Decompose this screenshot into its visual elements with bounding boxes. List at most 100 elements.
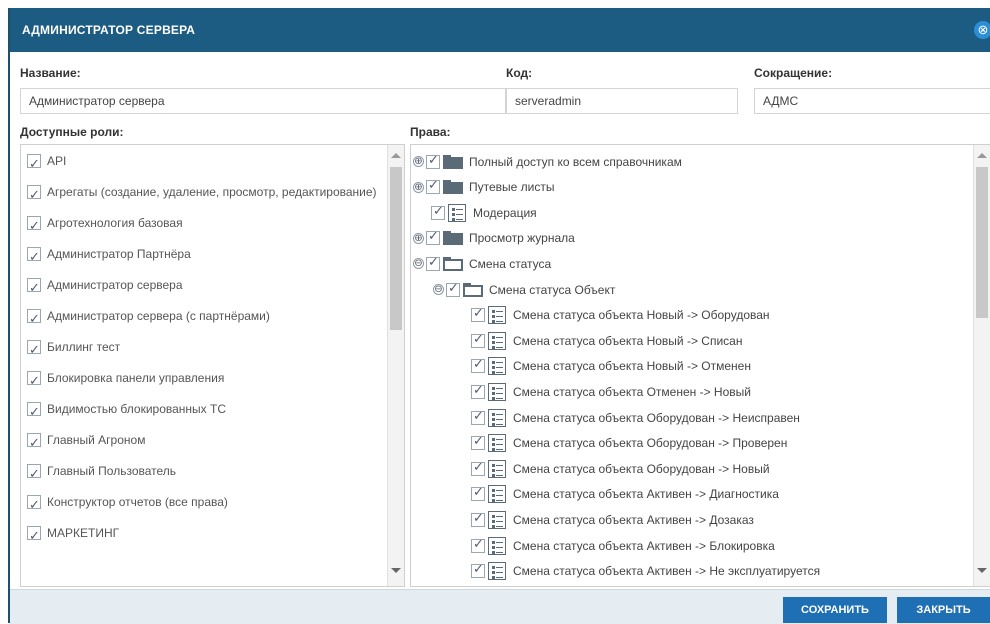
rights-tree-item[interactable]: Смена статуса объекта Активен -> Не эксп… [471, 559, 820, 584]
right-checkbox[interactable] [471, 382, 485, 399]
rights-tree-item[interactable]: Смена статуса объекта Активен -> Диагнос… [471, 482, 779, 507]
role-checkbox[interactable] [27, 306, 41, 331]
role-checkbox[interactable] [27, 461, 41, 486]
right-checkbox[interactable] [431, 203, 445, 220]
rights-tree-item[interactable]: Смена статуса объекта Новый -> Списан [471, 328, 742, 353]
role-item[interactable]: API [27, 149, 379, 180]
right-checkbox[interactable] [426, 228, 440, 246]
expand-icon[interactable]: ⊕ [413, 181, 424, 193]
right-label: Полный доступ ко всем справочникам [469, 154, 682, 169]
role-checkbox[interactable] [27, 337, 41, 362]
roles-scroll-thumb[interactable] [390, 167, 402, 330]
roles-list: API Агрегаты (создание, удаление, просмот… [27, 149, 379, 552]
right-checkbox[interactable] [471, 484, 485, 502]
rights-tree-item[interactable]: Смена статуса объекта Оборудован -> Новы… [471, 456, 770, 481]
role-item[interactable]: Блокировка панели управления [27, 366, 379, 397]
scroll-up-icon[interactable] [977, 153, 987, 158]
role-item[interactable]: Агрегаты (создание, удаление, просмотр, … [27, 180, 379, 211]
rights-tree-item[interactable]: ⊖ Смена статуса [413, 251, 551, 276]
collapse-icon[interactable]: ⊖ [413, 258, 424, 270]
document-icon [488, 536, 506, 555]
role-checkbox[interactable] [27, 430, 41, 455]
rights-tree-item[interactable]: ⊕ Просмотр журнала [413, 226, 575, 251]
right-checkbox[interactable] [426, 152, 440, 169]
rights-tree-item[interactable]: Смена статуса объекта Активен -> Дозаказ [471, 507, 754, 532]
right-checkbox[interactable] [471, 433, 485, 451]
folder-icon [443, 154, 463, 169]
role-checkbox[interactable] [27, 275, 41, 300]
role-label: Агротехнология базовая [47, 216, 183, 230]
rights-scrollbar[interactable] [973, 145, 990, 586]
rights-tree-item[interactable]: Смена статуса объекта Отменен -> Новый [471, 379, 751, 404]
role-checkbox[interactable] [27, 492, 41, 517]
role-label: Биллинг тест [47, 340, 121, 354]
document-icon [488, 408, 506, 427]
role-item[interactable]: Администратор Партнёра [27, 242, 379, 273]
close-icon[interactable]: ⊗ [974, 21, 990, 39]
document-icon [488, 331, 506, 350]
role-item[interactable]: Биллинг тест [27, 335, 379, 366]
role-checkbox[interactable] [27, 182, 41, 207]
scroll-up-icon[interactable] [391, 153, 401, 158]
short-label: Сокращение: [754, 66, 833, 80]
role-checkbox[interactable] [27, 213, 41, 238]
role-checkbox[interactable] [27, 151, 41, 176]
right-checkbox[interactable] [446, 280, 460, 297]
right-checkbox[interactable] [471, 536, 485, 553]
role-checkbox[interactable] [27, 399, 41, 424]
role-item[interactable]: Главный Агроном [27, 428, 379, 459]
right-checkbox[interactable] [471, 510, 485, 527]
role-checkbox[interactable] [27, 368, 41, 393]
code-label: Код: [506, 66, 533, 80]
right-checkbox[interactable] [471, 331, 485, 348]
rights-tree-item[interactable]: ⊕ Путевые листы [413, 175, 555, 200]
role-item[interactable]: Видимостью блокированных ТС [27, 397, 379, 428]
rights-tree-item[interactable]: Модерация [431, 200, 537, 225]
role-label: Администратор Партнёра [47, 247, 191, 261]
rights-scroll-thumb[interactable] [976, 167, 988, 318]
rights-tree-item[interactable]: ⊖ Смена статуса Объект [433, 277, 615, 302]
rights-tree-item[interactable]: ⊕ Полный доступ ко всем справочникам [413, 149, 682, 174]
role-checkbox[interactable] [27, 244, 41, 269]
role-label: Видимостью блокированных ТС [47, 402, 226, 416]
role-item[interactable]: Администратор сервера (с партнёрами) [27, 304, 379, 335]
right-checkbox[interactable] [471, 561, 485, 579]
roles-scrollbar[interactable] [387, 145, 404, 586]
right-checkbox[interactable] [426, 254, 440, 271]
scroll-down-icon[interactable] [391, 568, 401, 573]
right-checkbox[interactable] [471, 356, 485, 374]
role-label: Главный Пользователь [47, 464, 177, 478]
name-input[interactable] [20, 88, 506, 114]
save-button[interactable]: СОХРАНИТЬ [783, 597, 887, 623]
expand-icon[interactable]: ⊕ [413, 232, 424, 244]
role-item[interactable]: Главный Пользователь [27, 459, 379, 490]
document-icon [488, 562, 506, 581]
expand-icon[interactable]: ⊕ [413, 156, 424, 167]
right-checkbox[interactable] [471, 459, 485, 476]
rights-tree-item[interactable]: Смена статуса объекта Активен -> Блокиро… [471, 533, 775, 558]
right-checkbox[interactable] [426, 177, 440, 195]
close-button[interactable]: ЗАКРЫТЬ [897, 597, 990, 623]
role-checkbox[interactable] [27, 523, 41, 548]
short-input[interactable] [754, 88, 990, 114]
right-checkbox[interactable] [471, 408, 485, 425]
code-input[interactable] [506, 88, 738, 114]
rights-panel: ⊕ Полный доступ ко всем справочникам ⊕ Путе… [410, 144, 990, 587]
scroll-down-icon[interactable] [977, 568, 987, 573]
right-label: Смена статуса объекта Новый -> Списан [513, 333, 743, 348]
collapse-icon[interactable]: ⊖ [433, 284, 444, 295]
role-item[interactable]: МАРКЕТИНГ [27, 521, 379, 552]
rights-tree-item[interactable]: Смена статуса объекта Новый -> Отменен [471, 354, 751, 379]
folder-icon [443, 180, 463, 195]
role-item[interactable]: Конструктор отчетов (все права) [27, 490, 379, 521]
rights-tree-item[interactable]: Смена статуса объекта Оборудован -> Пров… [471, 431, 787, 456]
document-icon [488, 485, 506, 504]
rights-label: Права: [410, 125, 451, 139]
rights-tree-item[interactable]: Смена статуса объекта Новый -> Оборудова… [471, 303, 770, 328]
right-label: Смена статуса объекта Оборудован -> Пров… [513, 436, 788, 451]
right-label: Смена статуса объекта Оборудован -> Новы… [513, 461, 770, 476]
right-checkbox[interactable] [471, 305, 485, 323]
role-item[interactable]: Агротехнология базовая [27, 211, 379, 242]
role-item[interactable]: Администратор сервера [27, 273, 379, 304]
rights-tree-item[interactable]: Смена статуса объекта Оборудован -> Неис… [471, 405, 800, 430]
